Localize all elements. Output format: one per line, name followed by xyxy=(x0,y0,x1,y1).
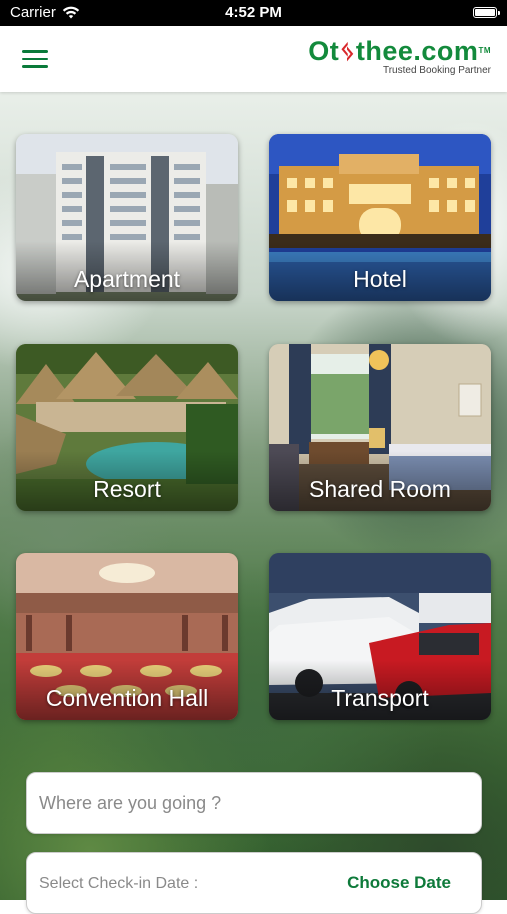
category-label: Resort xyxy=(93,476,161,502)
category-convention-hall[interactable]: Convention Hall xyxy=(16,553,238,720)
category-shared-room[interactable]: Shared Room xyxy=(269,344,491,511)
app-header: Otᛃthee.comTM Trusted Booking Partner xyxy=(0,26,507,92)
category-label: Apartment xyxy=(73,266,181,292)
category-label: Transport xyxy=(331,685,429,711)
battery-icon xyxy=(473,7,500,18)
destination-input[interactable] xyxy=(27,773,471,833)
logo-trademark: TM xyxy=(478,46,491,55)
status-bar: Carrier 4:52 PM xyxy=(0,0,507,26)
logo-text-start: Ot xyxy=(308,36,340,66)
category-label: Convention Hall xyxy=(45,685,209,711)
category-transport[interactable]: Transport xyxy=(269,553,491,720)
category-resort[interactable]: Resort xyxy=(16,344,238,511)
choose-date-button[interactable]: Choose Date xyxy=(347,873,451,893)
logo-people-icon: ᛃ xyxy=(339,36,356,66)
logo-text-end: thee.com xyxy=(355,36,479,66)
category-hotel[interactable]: Hotel xyxy=(269,134,491,301)
category-label: Shared Room xyxy=(309,476,451,502)
checkin-date-label: Select Check-in Date : xyxy=(39,875,199,892)
destination-search-box xyxy=(26,772,482,834)
brand-logo: Otᛃthee.comTM Trusted Booking Partner xyxy=(308,36,491,76)
hamburger-menu-icon[interactable] xyxy=(22,50,48,70)
clock: 4:52 PM xyxy=(225,4,282,21)
logo-tagline: Trusted Booking Partner xyxy=(382,65,491,76)
category-label: Hotel xyxy=(353,266,407,292)
category-apartment[interactable]: Apartment xyxy=(16,134,238,301)
checkin-date-box[interactable]: Select Check-in Date : Choose Date xyxy=(26,852,482,914)
